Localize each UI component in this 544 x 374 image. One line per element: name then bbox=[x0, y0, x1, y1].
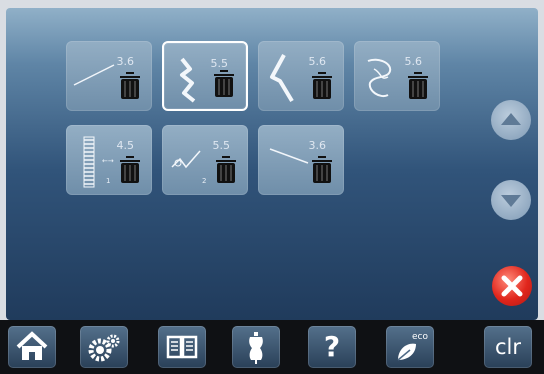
settings-icon bbox=[88, 334, 120, 362]
trash-icon[interactable] bbox=[308, 155, 336, 187]
trash-icon[interactable] bbox=[116, 71, 144, 103]
scroll-up-icon bbox=[501, 113, 521, 125]
close-icon bbox=[501, 275, 523, 297]
clear-button[interactable]: clr bbox=[484, 326, 532, 368]
stitch-leaf-icon bbox=[270, 54, 294, 103]
close-button[interactable] bbox=[492, 266, 532, 306]
tile-count-label: 2 bbox=[202, 177, 207, 185]
tile-value: 5.6 bbox=[308, 55, 327, 68]
tile-value: 3.6 bbox=[308, 139, 327, 152]
stitch-tile-2-selected[interactable]: 5.5 bbox=[162, 41, 248, 111]
eco-label: eco bbox=[412, 332, 428, 342]
stitch-tile-7[interactable]: 3.6 bbox=[258, 125, 344, 195]
stitch-tile-1[interactable]: 3.6 bbox=[66, 41, 152, 111]
stitch-zigzag-icon bbox=[171, 150, 201, 169]
stitch-tile-3[interactable]: 5.6 bbox=[258, 41, 344, 111]
stitch-tile-5[interactable]: 4.5 ←→ 1 bbox=[66, 125, 152, 195]
tile-value: 5.6 bbox=[404, 55, 423, 68]
trash-icon[interactable] bbox=[308, 71, 336, 103]
tile-count-label: 1 bbox=[106, 177, 111, 185]
tile-value: 3.6 bbox=[116, 55, 135, 68]
tile-value: 4.5 bbox=[116, 139, 135, 152]
stitch-memory-screen: 3.6 5.5 5.6 5.6 4.5 ←→ 1 5.5 2 3.6 bbox=[6, 8, 538, 320]
tutorial-book-icon bbox=[166, 335, 198, 359]
help-button[interactable]: ? bbox=[308, 326, 356, 368]
home-button[interactable] bbox=[8, 326, 56, 368]
stitch-decorative-icon bbox=[367, 58, 392, 97]
stitch-tile-6[interactable]: 5.5 2 bbox=[162, 125, 248, 195]
clear-icon: clr bbox=[494, 335, 521, 359]
scroll-down-button[interactable] bbox=[491, 180, 531, 220]
stitch-straight-icon bbox=[269, 148, 309, 164]
home-icon bbox=[16, 331, 48, 360]
stitch-straight-icon bbox=[73, 64, 115, 86]
tile-direction-label: ←→ bbox=[102, 157, 114, 165]
settings-button[interactable] bbox=[80, 326, 128, 368]
trash-icon[interactable] bbox=[116, 155, 144, 187]
help-icon: ? bbox=[323, 330, 341, 363]
scroll-up-button[interactable] bbox=[491, 100, 531, 140]
scroll-down-icon bbox=[501, 195, 521, 207]
trash-icon[interactable] bbox=[404, 71, 432, 103]
bottom-toolbar: ? eco clr bbox=[0, 320, 544, 374]
stitch-tile-4[interactable]: 5.6 bbox=[354, 41, 440, 111]
trash-icon[interactable] bbox=[212, 155, 240, 187]
screen-frame: 3.6 5.5 5.6 5.6 4.5 ←→ 1 5.5 2 3.6 ? eco… bbox=[0, 0, 544, 374]
eco-button[interactable]: eco bbox=[386, 326, 434, 368]
trash-icon[interactable] bbox=[210, 69, 238, 101]
advisor-button[interactable] bbox=[232, 326, 280, 368]
tutorial-button[interactable] bbox=[158, 326, 206, 368]
dress-form-icon bbox=[249, 332, 263, 364]
tile-value: 5.5 bbox=[212, 139, 231, 152]
